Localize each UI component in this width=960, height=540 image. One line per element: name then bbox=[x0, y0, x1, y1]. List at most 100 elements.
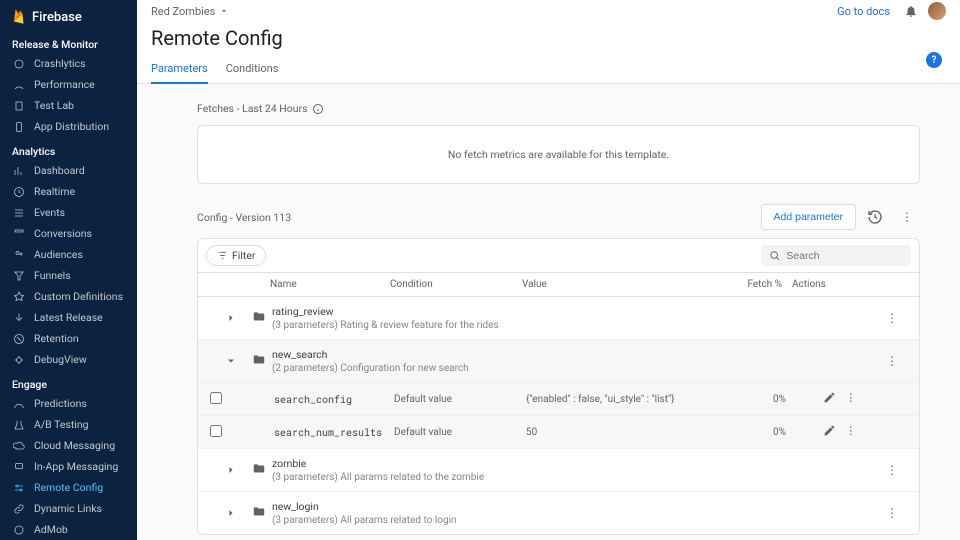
fetch-metrics-card: No fetch metrics are available for this … bbox=[197, 125, 920, 184]
crashlytics-icon bbox=[12, 57, 26, 71]
folder-icon bbox=[252, 505, 272, 522]
retention-icon bbox=[12, 332, 26, 346]
conversions-icon bbox=[12, 227, 26, 241]
debugview-icon bbox=[12, 353, 26, 367]
add-parameter-button[interactable]: Add parameter bbox=[761, 204, 856, 230]
group-desc: (2 parameters) Configuration for new sea… bbox=[272, 363, 612, 374]
main: ? Remote Config Parameters Conditions Fe… bbox=[137, 22, 960, 540]
config-header: Config - Version 113 Add parameter ⋮ bbox=[197, 204, 920, 230]
group-row[interactable]: zombie (3 parameters) All params related… bbox=[198, 449, 919, 492]
sidebar-item-funnels[interactable]: Funnels bbox=[0, 265, 137, 286]
group-row[interactable]: rating_review (3 parameters) Rating & re… bbox=[198, 297, 919, 340]
group-desc: (3 parameters) All params related to log… bbox=[272, 515, 612, 526]
sidebar-item-performance[interactable]: Performance bbox=[0, 74, 137, 95]
group-desc: (3 parameters) Rating & review feature f… bbox=[272, 320, 612, 331]
cloudmsg-icon bbox=[12, 439, 26, 453]
group-name: rating_review bbox=[272, 305, 877, 318]
sidebar-item-testlab[interactable]: Test Lab bbox=[0, 95, 137, 116]
param-name[interactable]: search_num_results bbox=[274, 426, 394, 439]
docs-link[interactable]: Go to docs bbox=[837, 5, 890, 18]
config-version: Config - Version 113 bbox=[197, 211, 761, 224]
project-selector[interactable]: Red Zombies bbox=[151, 5, 229, 18]
filter-button[interactable]: Filter bbox=[206, 245, 266, 266]
sidebar-item-realtime[interactable]: Realtime bbox=[0, 181, 137, 202]
sidebar-item-admob[interactable]: AdMob bbox=[0, 519, 137, 540]
param-condition: Default value bbox=[394, 394, 526, 405]
param-value: {"enabled" : false, "ui_style" : "list"} bbox=[526, 394, 726, 405]
sidebar-item-customdef[interactable]: Custom Definitions bbox=[0, 286, 137, 307]
sidebar-item-dashboard[interactable]: Dashboard bbox=[0, 160, 137, 181]
group-overflow-menu[interactable]: ⋮ bbox=[877, 463, 907, 477]
content: Fetches - Last 24 Hours No fetch metrics… bbox=[137, 84, 960, 540]
sidebar-item-events[interactable]: Events bbox=[0, 202, 137, 223]
tabs: Parameters Conditions bbox=[137, 56, 960, 84]
param-name[interactable]: search_config bbox=[274, 393, 394, 406]
topbar: Red Zombies Go to docs bbox=[137, 0, 960, 22]
group-name: new_search bbox=[272, 348, 877, 361]
group-name: new_login bbox=[272, 500, 877, 513]
group-overflow-menu[interactable]: ⋮ bbox=[877, 354, 907, 368]
col-name: Name bbox=[270, 279, 390, 290]
sidebar-item-remoteconfig[interactable]: Remote Config bbox=[0, 477, 137, 498]
search-box[interactable] bbox=[761, 245, 911, 266]
param-checkbox[interactable] bbox=[210, 392, 222, 404]
info-icon[interactable] bbox=[312, 103, 324, 115]
realtime-icon bbox=[12, 185, 26, 199]
help-button[interactable]: ? bbox=[926, 52, 942, 68]
edit-icon[interactable] bbox=[823, 391, 836, 407]
sidebar-item-latestrelease[interactable]: Latest Release bbox=[0, 307, 137, 328]
sidebar-item-audiences[interactable]: Audiences bbox=[0, 244, 137, 265]
chevron-down-icon bbox=[219, 6, 229, 16]
folder-icon bbox=[252, 310, 272, 327]
sidebar-item-debugview[interactable]: DebugView bbox=[0, 349, 137, 370]
tab-parameters[interactable]: Parameters bbox=[151, 56, 208, 83]
param-checkbox[interactable] bbox=[210, 425, 222, 437]
group-name: zombie bbox=[272, 457, 877, 470]
collapse-icon[interactable] bbox=[210, 355, 252, 367]
expand-icon[interactable] bbox=[210, 312, 252, 324]
group-overflow-menu[interactable]: ⋮ bbox=[877, 311, 907, 325]
funnels-icon bbox=[12, 269, 26, 283]
abtesting-icon bbox=[12, 418, 26, 432]
sidebar-item-abtesting[interactable]: A/B Testing bbox=[0, 414, 137, 435]
sidebar-item-inappmsg[interactable]: In-App Messaging bbox=[0, 456, 137, 477]
group-overflow-menu[interactable]: ⋮ bbox=[877, 506, 907, 520]
group-desc: (3 parameters) All params related to the… bbox=[272, 472, 612, 483]
admob-icon bbox=[12, 523, 26, 537]
param-overflow-menu[interactable]: ⋮ bbox=[846, 424, 857, 440]
expand-icon[interactable] bbox=[210, 507, 252, 519]
sidebar-item-crashlytics[interactable]: Crashlytics bbox=[0, 53, 137, 74]
expand-icon[interactable] bbox=[210, 464, 252, 476]
section-analytics: Analytics bbox=[0, 137, 137, 160]
fetch-label: Fetches - Last 24 Hours bbox=[197, 102, 920, 115]
sidebar-item-cloudmsg[interactable]: Cloud Messaging bbox=[0, 435, 137, 456]
sidebar-item-conversions[interactable]: Conversions bbox=[0, 223, 137, 244]
sidebar-item-appdist[interactable]: App Distribution bbox=[0, 116, 137, 137]
table-header: Name Condition Value Fetch % Actions bbox=[198, 273, 919, 297]
config-overflow-menu[interactable]: ⋮ bbox=[894, 204, 920, 230]
notifications-icon[interactable] bbox=[902, 2, 920, 20]
col-condition: Condition bbox=[390, 279, 522, 290]
sidebar-item-dynamiclinks[interactable]: Dynamic Links bbox=[0, 498, 137, 519]
firebase-logo[interactable]: Firebase bbox=[0, 0, 137, 30]
param-overflow-menu[interactable]: ⋮ bbox=[846, 391, 857, 407]
user-avatar[interactable] bbox=[928, 2, 946, 20]
brand-name: Firebase bbox=[32, 10, 82, 25]
filter-row: Filter bbox=[198, 239, 919, 273]
sidebar-item-retention[interactable]: Retention bbox=[0, 328, 137, 349]
col-actions: Actions bbox=[792, 279, 852, 290]
search-input[interactable] bbox=[786, 250, 903, 262]
sidebar-item-predictions[interactable]: Predictions bbox=[0, 393, 137, 414]
section-release: Release & Monitor bbox=[0, 30, 137, 53]
param-row: search_num_results Default value 50 0% ⋮ bbox=[198, 416, 919, 449]
group-row[interactable]: new_login (3 parameters) All params rela… bbox=[198, 492, 919, 534]
testlab-icon bbox=[12, 99, 26, 113]
edit-icon[interactable] bbox=[823, 424, 836, 440]
audiences-icon bbox=[12, 248, 26, 262]
appdist-icon bbox=[12, 120, 26, 134]
history-button[interactable] bbox=[862, 204, 888, 230]
tab-conditions[interactable]: Conditions bbox=[226, 56, 279, 83]
group-row[interactable]: new_search (2 parameters) Configuration … bbox=[198, 340, 919, 383]
latestrelease-icon bbox=[12, 311, 26, 325]
dynamiclinks-icon bbox=[12, 502, 26, 516]
